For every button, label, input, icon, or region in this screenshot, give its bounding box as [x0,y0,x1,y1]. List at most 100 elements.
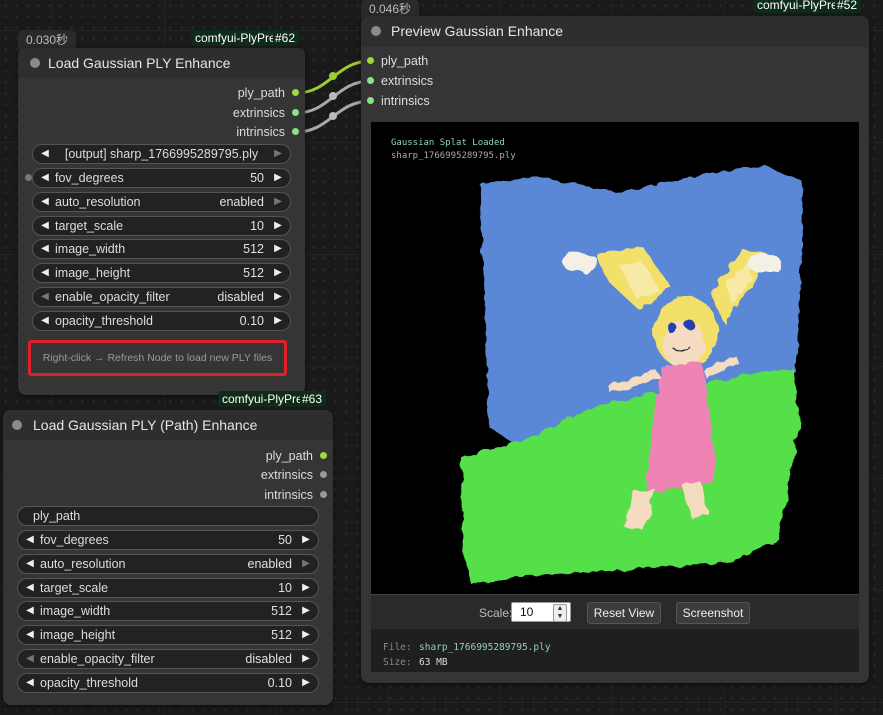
arrow-left-icon[interactable]: ◀ [21,555,39,573]
node-preview-gaussian[interactable]: Preview Gaussian Enhance ply_path extrin… [361,16,869,683]
collapse-dot-icon[interactable] [12,420,22,430]
arrow-left-icon[interactable]: ◀ [36,264,54,282]
slot-dot-icon[interactable] [292,128,299,135]
input-extrinsics[interactable]: extrinsics [367,71,433,91]
widget-value: 512 [271,604,292,618]
node-title-bar[interactable]: Load Gaussian PLY (Path) Enhance [3,410,333,440]
widget-input-dot-icon[interactable] [25,174,32,181]
file-label: File: [383,642,412,653]
gaussian-splat-viewport[interactable]: Gaussian Splat Loaded sharp_176699528979… [371,122,859,594]
badge-name: comfyui-PlyPre [757,0,835,12]
badge-id: #62 [275,31,296,45]
node-title-bar[interactable]: Load Gaussian PLY Enhance [18,48,305,78]
arrow-right-icon[interactable]: ▶ [269,264,287,282]
input-intrinsics[interactable]: intrinsics [367,91,430,111]
arrow-left-icon[interactable]: ◀ [21,674,39,692]
slot-label: extrinsics [260,468,313,482]
input-ply-path[interactable]: ply_path [367,51,428,71]
widget-value: 512 [243,266,264,280]
widget-fov-degrees[interactable]: ◀ fov_degrees 50 ▶ [32,168,291,188]
widget-label: opacity_threshold [55,314,153,328]
slot-label: intrinsics [236,125,285,139]
widget-enable-opacity-filter[interactable]: ◀ enable_opacity_filter disabled ▶ [17,649,319,669]
arrow-right-icon[interactable]: ▶ [297,674,315,692]
output-intrinsics[interactable]: intrinsics [264,485,327,505]
file-select-combo[interactable]: ◀ [output] sharp_1766995289795.ply ▶ [32,144,291,164]
node-title: Load Gaussian PLY Enhance [48,55,231,71]
node-load-gaussian-ply[interactable]: Load Gaussian PLY Enhance ply_path extri… [18,48,305,395]
widget-image-height[interactable]: ◀ image_height 512 ▶ [17,625,319,645]
arrow-right-icon[interactable]: ▶ [297,579,315,597]
slot-dot-icon[interactable] [367,77,374,84]
widget-fov-degrees[interactable]: ◀ fov_degrees 50 ▶ [17,530,319,550]
arrow-right-icon[interactable]: ▶ [269,217,287,235]
widget-value: enabled [219,195,265,209]
widget-value: 512 [271,628,292,642]
arrow-right-icon[interactable]: ▶ [297,626,315,644]
stepper-arrows-icon[interactable]: ▲ ▼ [553,604,567,622]
collapse-dot-icon[interactable] [30,58,40,68]
widget-target-scale[interactable]: ◀ target_scale 10 ▶ [32,216,291,236]
widget-auto-resolution[interactable]: ◀ auto_resolution enabled ▶ [32,192,291,212]
arrow-left-icon[interactable]: ◀ [21,626,39,644]
arrow-right-icon[interactable]: ▶ [297,531,315,549]
slot-dot-icon[interactable] [320,452,327,459]
widget-auto-resolution[interactable]: ◀ auto_resolution enabled ▶ [17,554,319,574]
widget-label: target_scale [40,581,109,595]
widget-value: 50 [278,533,292,547]
screenshot-button[interactable]: Screenshot [676,602,750,624]
arrow-right-icon[interactable]: ▶ [269,312,287,330]
output-intrinsics[interactable]: intrinsics [236,122,299,142]
output-extrinsics[interactable]: extrinsics [233,103,299,123]
slot-dot-icon[interactable] [367,97,374,104]
arrow-left-icon[interactable]: ◀ [21,579,39,597]
widget-value: 512 [243,242,264,256]
output-extrinsics[interactable]: extrinsics [261,465,327,485]
widget-label: image_width [55,242,126,256]
slot-dot-icon[interactable] [367,57,374,64]
arrow-left-icon[interactable]: ◀ [21,531,39,549]
widget-target-scale[interactable]: ◀ target_scale 10 ▶ [17,578,319,598]
arrow-right-icon[interactable]: ▶ [269,169,287,187]
arrow-left-icon[interactable]: ◀ [36,288,54,306]
widget-opacity-threshold[interactable]: ◀ opacity_threshold 0.10 ▶ [17,673,319,693]
scale-input[interactable]: 10 ▲ ▼ [511,602,571,622]
arrow-left-icon[interactable]: ◀ [36,240,54,258]
widget-enable-opacity-filter[interactable]: ◀ enable_opacity_filter disabled ▶ [32,287,291,307]
arrow-right-icon[interactable]: ▶ [269,288,287,306]
ply-path-text-input[interactable]: ply_path [17,506,319,526]
widget-image-width[interactable]: ◀ image_width 512 ▶ [17,601,319,621]
arrow-left-icon[interactable]: ◀ [36,169,54,187]
slot-dot-icon[interactable] [292,89,299,96]
widget-image-height[interactable]: ◀ image_height 512 ▶ [32,263,291,283]
reset-view-button[interactable]: Reset View [587,602,661,624]
arrow-left-icon[interactable]: ◀ [36,193,54,211]
widget-value: disabled [217,290,264,304]
slot-dot-icon[interactable] [320,491,327,498]
output-ply-path[interactable]: ply_path [266,446,327,466]
output-ply-path[interactable]: ply_path [238,83,299,103]
arrow-left-icon[interactable]: ◀ [36,312,54,330]
arrow-right-icon[interactable]: ▶ [297,555,315,573]
node-load-gaussian-ply-path[interactable]: Load Gaussian PLY (Path) Enhance ply_pat… [3,410,333,705]
arrow-left-icon[interactable]: ◀ [21,650,39,668]
node62-timing: 0.030秒 [18,30,77,50]
collapse-dot-icon[interactable] [371,26,381,36]
widget-opacity-threshold[interactable]: ◀ opacity_threshold 0.10 ▶ [32,311,291,331]
widget-image-width[interactable]: ◀ image_width 512 ▶ [32,239,291,259]
size-value: 63 MB [419,657,448,668]
arrow-left-icon[interactable]: ◀ [36,217,54,235]
slot-dot-icon[interactable] [320,471,327,478]
arrow-right-icon[interactable]: ▶ [297,602,315,620]
arrow-right-icon[interactable]: ▶ [269,193,287,211]
arrow-left-icon[interactable]: ◀ [21,602,39,620]
slot-dot-icon[interactable] [292,109,299,116]
node-title-bar[interactable]: Preview Gaussian Enhance [361,16,869,47]
widget-value: 0.10 [267,676,292,690]
hint-text: Right-click → Refresh Node to load new P… [42,352,273,364]
widget-label: image_height [55,266,131,280]
arrow-right-icon[interactable]: ▶ [269,240,287,258]
arrow-right-icon[interactable]: ▶ [269,145,287,163]
arrow-right-icon[interactable]: ▶ [297,650,315,668]
widget-label: fov_degrees [55,171,124,185]
